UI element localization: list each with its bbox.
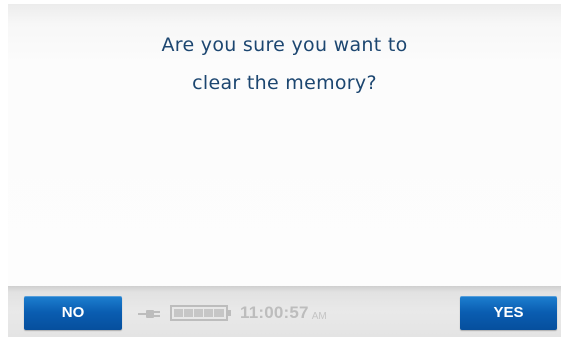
- message-line-1: Are you sure you want to: [161, 34, 408, 56]
- message-line-2: clear the memory?: [192, 72, 377, 94]
- battery-icon: [170, 305, 232, 321]
- clock-time: 11:00:57: [240, 303, 309, 322]
- device-screen: Are you sure you want to clear the memor…: [0, 0, 561, 341]
- bottom-bar: NO 11:00:57 AM YES: [8, 286, 561, 337]
- no-button[interactable]: NO: [24, 296, 122, 330]
- status-area: 11:00:57 AM: [138, 303, 327, 323]
- confirm-dialog: Are you sure you want to clear the memor…: [8, 4, 561, 286]
- clock-ampm: AM: [311, 310, 327, 322]
- confirm-message: Are you sure you want to clear the memor…: [8, 26, 561, 102]
- yes-button[interactable]: YES: [460, 296, 557, 330]
- plug-icon: [138, 306, 162, 320]
